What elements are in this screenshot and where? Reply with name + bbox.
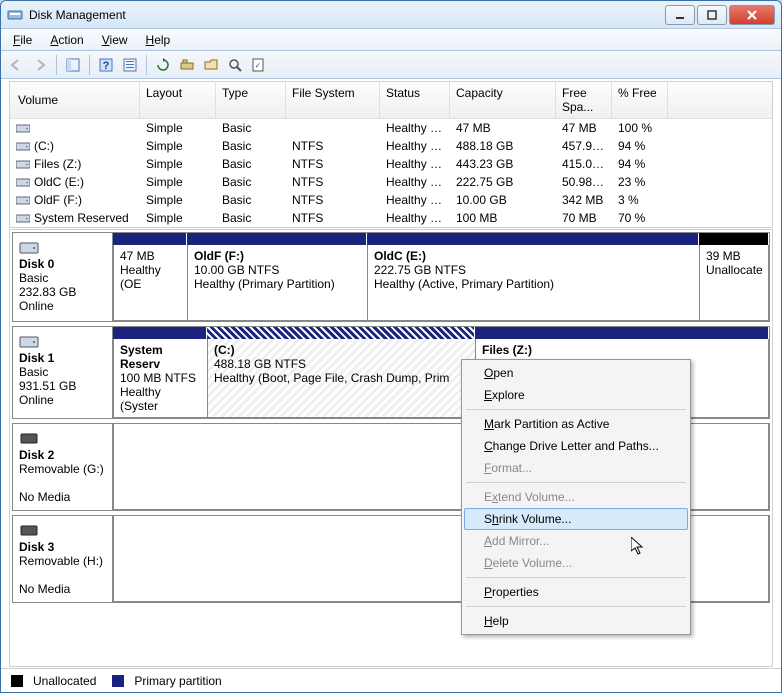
ctx-properties[interactable]: Properties xyxy=(464,581,688,603)
ctx-add-mirror: Add Mirror... xyxy=(464,530,688,552)
zoom-button[interactable] xyxy=(224,54,246,76)
app-icon xyxy=(7,7,23,23)
disk-0-info: Disk 0 Basic 232.83 GB Online xyxy=(13,233,113,321)
col-free[interactable]: Free Spa... xyxy=(556,82,612,118)
removable-disk-icon xyxy=(19,522,106,538)
context-menu: Open Explore Mark Partition as Active Ch… xyxy=(461,359,691,635)
disk0-unallocated[interactable]: 39 MBUnallocate xyxy=(699,245,769,321)
ctx-mark-active[interactable]: Mark Partition as Active xyxy=(464,413,688,435)
window-title: Disk Management xyxy=(29,8,665,22)
disk-icon xyxy=(19,333,106,349)
disk-1-info: Disk 1 Basic 931.51 GB Online xyxy=(13,327,113,418)
legend: Unallocated Primary partition xyxy=(1,668,781,692)
col-volume[interactable]: Volume xyxy=(10,82,140,118)
menubar: File Action View Help xyxy=(1,29,781,51)
volume-row[interactable]: SimpleBasicHealthy (...47 MB47 MB100 % xyxy=(10,119,772,137)
ctx-explore[interactable]: Explore xyxy=(464,384,688,406)
legend-unallocated-label: Unallocated xyxy=(33,674,96,688)
legend-primary-icon xyxy=(112,675,124,687)
disk-icon xyxy=(19,239,106,255)
col-layout[interactable]: Layout xyxy=(140,82,216,118)
disk-2-info: Disk 2 Removable (G:) No Media xyxy=(13,424,113,510)
ctx-open[interactable]: Open xyxy=(464,362,688,384)
col-filesystem[interactable]: File System xyxy=(286,82,380,118)
disk0-oldc[interactable]: OldC (E:)222.75 GB NTFSHealthy (Active, … xyxy=(367,245,699,321)
toolbar: ? ✓ xyxy=(1,51,781,79)
col-pfree[interactable]: % Free xyxy=(612,82,668,118)
disk0-part0[interactable]: 47 MBHealthy (OE xyxy=(113,245,187,321)
removable-disk-icon xyxy=(19,430,106,446)
col-type[interactable]: Type xyxy=(216,82,286,118)
volume-row[interactable]: (C:)SimpleBasicNTFSHealthy (B...488.18 G… xyxy=(10,137,772,155)
menu-help[interactable]: Help xyxy=(138,31,179,49)
disk0-oldf[interactable]: OldF (F:)10.00 GB NTFSHealthy (Primary P… xyxy=(187,245,367,321)
show-hide-tree-button[interactable] xyxy=(62,54,84,76)
minimize-button[interactable] xyxy=(665,5,695,25)
col-capacity[interactable]: Capacity xyxy=(450,82,556,118)
svg-text:✓: ✓ xyxy=(255,61,262,70)
disk-0[interactable]: Disk 0 Basic 232.83 GB Online 47 MBHealt… xyxy=(12,232,770,322)
volume-row[interactable]: OldC (E:)SimpleBasicNTFSHealthy (...222.… xyxy=(10,173,772,191)
maximize-button[interactable] xyxy=(697,5,727,25)
close-button[interactable] xyxy=(729,5,775,25)
ctx-change-drive-letter[interactable]: Change Drive Letter and Paths... xyxy=(464,435,688,457)
legend-unallocated-icon xyxy=(11,675,23,687)
disk1-system-reserved[interactable]: System Reserv100 MB NTFSHealthy (Syster xyxy=(113,339,207,418)
help-button[interactable]: ? xyxy=(95,54,117,76)
disk1-c-drive[interactable]: (C:)488.18 GB NTFSHealthy (Boot, Page Fi… xyxy=(207,339,475,418)
refresh-button[interactable] xyxy=(152,54,174,76)
svg-text:?: ? xyxy=(103,60,110,72)
ctx-format: Format... xyxy=(464,457,688,479)
forward-button xyxy=(29,54,51,76)
ctx-shrink-volume[interactable]: Shrink Volume... xyxy=(464,508,688,530)
settings-button[interactable] xyxy=(119,54,141,76)
col-status[interactable]: Status xyxy=(380,82,450,118)
legend-primary-label: Primary partition xyxy=(134,674,221,688)
rescan-button[interactable] xyxy=(176,54,198,76)
menu-file[interactable]: File xyxy=(5,31,40,49)
menu-view[interactable]: View xyxy=(94,31,136,49)
volume-row[interactable]: System ReservedSimpleBasicNTFSHealthy (S… xyxy=(10,209,772,227)
volume-row[interactable]: OldF (F:)SimpleBasicNTFSHealthy (P...10.… xyxy=(10,191,772,209)
volume-list[interactable]: Volume Layout Type File System Status Ca… xyxy=(9,81,773,228)
volume-list-header[interactable]: Volume Layout Type File System Status Ca… xyxy=(10,82,772,119)
back-button xyxy=(5,54,27,76)
ctx-help[interactable]: Help xyxy=(464,610,688,632)
properties-button[interactable]: ✓ xyxy=(248,54,270,76)
volume-row[interactable]: Files (Z:)SimpleBasicNTFSHealthy (P...44… xyxy=(10,155,772,173)
open-button[interactable] xyxy=(200,54,222,76)
titlebar[interactable]: Disk Management xyxy=(1,1,781,29)
ctx-delete-volume: Delete Volume... xyxy=(464,552,688,574)
disk-management-window: Disk Management File Action View Help ? … xyxy=(0,0,782,693)
menu-action[interactable]: Action xyxy=(42,31,91,49)
ctx-extend-volume: Extend Volume... xyxy=(464,486,688,508)
disk-3-info: Disk 3 Removable (H:) No Media xyxy=(13,516,113,602)
